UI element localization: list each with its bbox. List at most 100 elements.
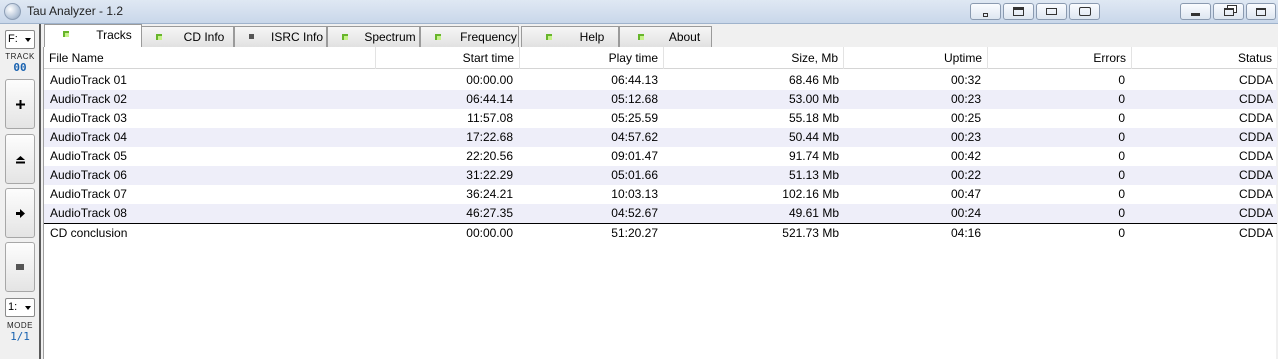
tab-about[interactable]: About bbox=[619, 26, 712, 47]
tracks-table: File Name Start time Play time Size, Mb … bbox=[43, 47, 1277, 359]
drive-select[interactable]: F: bbox=[5, 30, 35, 49]
column-header-file-name[interactable]: File Name bbox=[44, 47, 376, 69]
column-header-start-time[interactable]: Start time bbox=[376, 47, 520, 69]
restore-small-icon bbox=[1013, 7, 1024, 16]
tab-spectrum[interactable]: Spectrum bbox=[327, 26, 420, 47]
tab-label: ISRC Info bbox=[270, 30, 324, 44]
close-button[interactable] bbox=[1246, 3, 1276, 20]
table-row[interactable]: AudioTrack 07 36:24.21 10:03.13 102.16 M… bbox=[44, 185, 1277, 204]
cell-file-name: AudioTrack 07 bbox=[50, 187, 127, 201]
cell-size: 53.00 Mb bbox=[788, 92, 839, 106]
cell-uptime: 00:22 bbox=[950, 168, 981, 182]
tab-help[interactable]: Help bbox=[521, 26, 619, 47]
eject-button[interactable] bbox=[5, 134, 35, 184]
close-icon bbox=[1256, 7, 1266, 16]
cell-status: CDDA bbox=[1238, 206, 1273, 220]
mode-value: 1/1 bbox=[10, 330, 30, 343]
chevron-down-icon bbox=[25, 38, 31, 42]
cell-uptime: 00:23 bbox=[950, 92, 981, 106]
cell-play-time: 05:25.59 bbox=[611, 111, 658, 125]
cell-uptime: 00:47 bbox=[950, 187, 981, 201]
cell-size: 51.13 Mb bbox=[788, 168, 839, 182]
cell-size: 91.74 Mb bbox=[788, 149, 839, 163]
cell-start-time: 46:27.35 bbox=[466, 206, 513, 220]
table-row[interactable]: AudioTrack 02 06:44.14 05:12.68 53.00 Mb… bbox=[44, 90, 1277, 109]
add-button[interactable] bbox=[5, 79, 35, 129]
table-row[interactable]: AudioTrack 06 31:22.29 05:01.66 51.13 Mb… bbox=[44, 166, 1277, 185]
tab-frequency[interactable]: Frequency bbox=[420, 26, 519, 47]
table-row[interactable]: AudioTrack 01 00:00.00 06:44.13 68.46 Mb… bbox=[44, 71, 1277, 90]
cell-file-name: AudioTrack 03 bbox=[50, 111, 127, 125]
tab-label: Help bbox=[579, 30, 605, 44]
mode-select-value: 1: bbox=[8, 301, 18, 313]
cell-status: CDDA bbox=[1238, 130, 1273, 144]
maximize-button[interactable] bbox=[1213, 3, 1244, 20]
minimize-button[interactable] bbox=[1180, 3, 1211, 20]
cell-errors: 0 bbox=[1118, 206, 1125, 220]
tab-label: Frequency bbox=[460, 30, 517, 44]
tab-label: Spectrum bbox=[364, 30, 416, 44]
cell-file-name: AudioTrack 04 bbox=[50, 130, 127, 144]
column-header-size[interactable]: Size, Mb bbox=[664, 47, 844, 69]
cell-play-time: 09:01.47 bbox=[611, 149, 658, 163]
cell-play-time: 04:52.67 bbox=[611, 206, 658, 220]
table-row[interactable]: AudioTrack 03 11:57.08 05:25.59 55.18 Mb… bbox=[44, 109, 1277, 128]
left-control-panel: F: TRACK 00 1: MODE 1/1 bbox=[0, 24, 41, 359]
cell-errors: 0 bbox=[1118, 73, 1125, 87]
cell-status: CDDA bbox=[1238, 226, 1273, 240]
cell-play-time: 05:12.68 bbox=[611, 92, 658, 106]
mode-select[interactable]: 1: bbox=[5, 298, 35, 317]
column-header-errors[interactable]: Errors bbox=[988, 47, 1132, 69]
cell-uptime: 00:42 bbox=[950, 149, 981, 163]
table-row[interactable]: AudioTrack 04 17:22.68 04:57.62 50.44 Mb… bbox=[44, 128, 1277, 147]
mini-view-button[interactable] bbox=[1003, 3, 1034, 20]
cell-start-time: 17:22.68 bbox=[466, 130, 513, 144]
cell-errors: 0 bbox=[1118, 92, 1125, 106]
table-row[interactable]: AudioTrack 08 46:27.35 04:52.67 49.61 Mb… bbox=[44, 204, 1277, 223]
mode-label: MODE bbox=[7, 321, 33, 330]
cell-size: 49.61 Mb bbox=[788, 206, 839, 220]
cell-errors: 0 bbox=[1118, 168, 1125, 182]
cell-errors: 0 bbox=[1118, 149, 1125, 163]
table-header: File Name Start time Play time Size, Mb … bbox=[44, 47, 1277, 69]
minimize-mini-icon-button[interactable] bbox=[970, 3, 1001, 20]
cell-play-time: 51:20.27 bbox=[611, 226, 658, 240]
cell-play-time: 04:57.62 bbox=[611, 130, 658, 144]
cell-errors: 0 bbox=[1118, 226, 1125, 240]
cell-file-name: AudioTrack 06 bbox=[50, 168, 127, 182]
track-label: TRACK bbox=[5, 52, 35, 61]
cell-uptime: 04:16 bbox=[950, 226, 981, 240]
compact-button[interactable] bbox=[1069, 3, 1100, 20]
next-button[interactable] bbox=[5, 188, 35, 238]
column-header-uptime[interactable]: Uptime bbox=[844, 47, 988, 69]
tab-tracks[interactable]: Tracks bbox=[44, 24, 142, 47]
table-row[interactable]: AudioTrack 05 22:20.56 09:01.47 91.74 Mb… bbox=[44, 147, 1277, 166]
app-icon bbox=[4, 3, 21, 20]
column-header-status[interactable]: Status bbox=[1132, 47, 1277, 69]
cell-uptime: 00:25 bbox=[950, 111, 981, 125]
drive-select-value: F: bbox=[8, 33, 18, 45]
cell-file-name: AudioTrack 05 bbox=[50, 149, 127, 163]
plus-icon bbox=[15, 99, 25, 109]
cell-status: CDDA bbox=[1238, 92, 1273, 106]
tab-label: About bbox=[668, 30, 701, 44]
arrow-right-icon bbox=[15, 208, 25, 218]
cell-errors: 0 bbox=[1118, 111, 1125, 125]
cell-size: 55.18 Mb bbox=[788, 111, 839, 125]
cell-size: 102.16 Mb bbox=[782, 187, 839, 201]
cell-file-name: AudioTrack 08 bbox=[50, 206, 127, 220]
cell-uptime: 00:32 bbox=[950, 73, 981, 87]
cell-start-time: 31:22.29 bbox=[466, 168, 513, 182]
tab-isrc-info[interactable]: ISRC Info bbox=[234, 26, 327, 47]
maximize-icon bbox=[1223, 7, 1234, 16]
pin-button[interactable] bbox=[1036, 3, 1067, 20]
column-header-play-time[interactable]: Play time bbox=[520, 47, 664, 69]
tab-cd-info[interactable]: CD Info bbox=[141, 26, 234, 47]
cell-start-time: 11:57.08 bbox=[467, 111, 513, 125]
title-bar: Tau Analyzer - 1.2 bbox=[0, 0, 1278, 24]
cell-status: CDDA bbox=[1238, 149, 1273, 163]
stop-button[interactable] bbox=[5, 242, 35, 292]
cell-size: 50.44 Mb bbox=[788, 130, 839, 144]
cell-size: 68.46 Mb bbox=[788, 73, 839, 87]
cell-file-name: AudioTrack 02 bbox=[50, 92, 127, 106]
